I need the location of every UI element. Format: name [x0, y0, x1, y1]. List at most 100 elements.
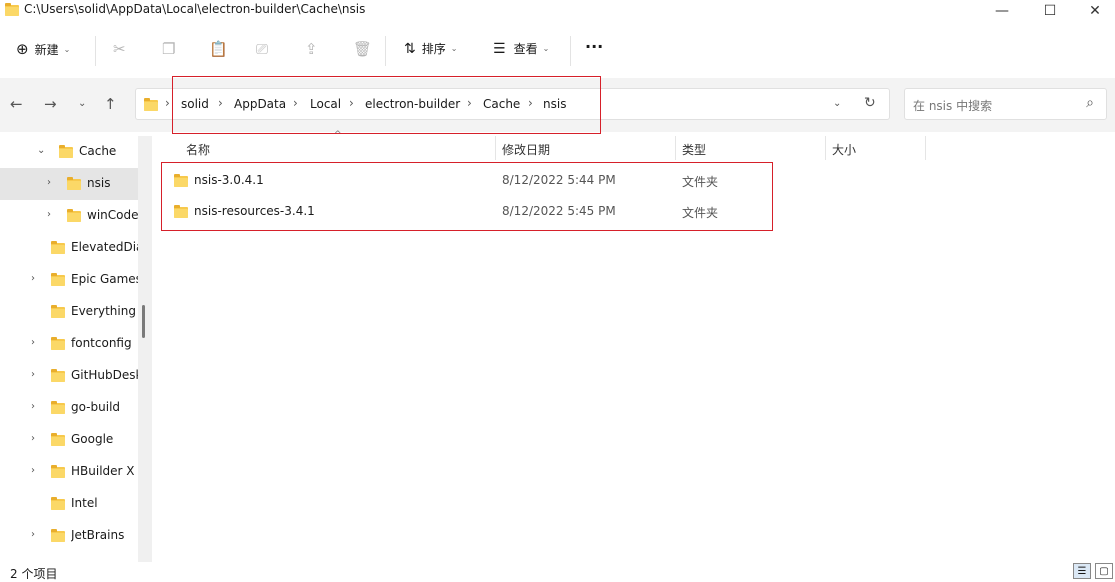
- sort-button[interactable]: ⇅ 排序 ⌄: [404, 40, 457, 57]
- column-headers: ^ 名称 修改日期 类型 大小: [160, 130, 930, 160]
- item-count: 2 个项目: [10, 567, 58, 581]
- folder-icon: [51, 241, 65, 254]
- file-name: nsis-resources-3.4.1: [194, 204, 315, 218]
- folder-icon: [51, 369, 65, 382]
- chevron-right-icon[interactable]: ›: [47, 209, 51, 220]
- column-divider[interactable]: [825, 136, 826, 160]
- sidebar-item-hbuilder-x[interactable]: › HBuilder X: [0, 456, 138, 488]
- plus-circle-icon: ⊕: [16, 40, 29, 58]
- folder-icon: [59, 145, 73, 158]
- table-row[interactable]: nsis-resources-3.4.1 8/12/2022 5:45 PM 文…: [165, 197, 770, 227]
- chevron-right-icon[interactable]: ›: [31, 337, 35, 348]
- chevron-right-icon[interactable]: ›: [31, 433, 35, 444]
- file-type: 文件夹: [682, 206, 719, 220]
- tiles-view-icon[interactable]: ▢: [1095, 563, 1113, 579]
- chevron-right-icon[interactable]: ›: [31, 369, 35, 380]
- column-header-type[interactable]: 类型: [682, 141, 706, 158]
- sidebar-item-intel[interactable]: Intel: [0, 488, 138, 520]
- forward-arrow-icon[interactable]: →: [44, 95, 57, 113]
- table-row[interactable]: nsis-3.0.4.1 8/12/2022 5:44 PM 文件夹: [165, 166, 770, 196]
- view-button[interactable]: ☰ 查看 ⌄: [493, 40, 549, 57]
- folder-icon: [51, 305, 65, 318]
- sort-label: 排序: [421, 42, 446, 56]
- chevron-right-icon[interactable]: ›: [31, 401, 35, 412]
- sidebar-item-label: ElevatedDiagnostics: [71, 240, 138, 254]
- breadcrumb-local[interactable]: Local: [310, 97, 341, 111]
- sidebar-item-everything[interactable]: Everything: [0, 296, 138, 328]
- new-button[interactable]: ⊕ 新建 ⌄: [16, 40, 70, 58]
- breadcrumb-appdata[interactable]: AppData: [234, 97, 286, 111]
- recent-chevron-icon[interactable]: ⌄: [78, 98, 86, 109]
- sidebar-item-label: fontconfig: [71, 336, 132, 350]
- maximize-button[interactable]: ☐: [1027, 0, 1073, 22]
- back-arrow-icon[interactable]: ←: [10, 95, 23, 113]
- chevron-down-icon: ⌄: [542, 44, 550, 53]
- folder-icon: [144, 98, 158, 111]
- up-arrow-icon[interactable]: ↑: [104, 95, 117, 113]
- column-divider[interactable]: [675, 136, 676, 160]
- column-header-size[interactable]: 大小: [832, 141, 856, 158]
- title-bar: C:\Users\solid\AppData\Local\electron-bu…: [0, 0, 1115, 22]
- chevron-right-icon[interactable]: ›: [165, 96, 170, 110]
- sidebar-item-label: JetBrains: [71, 528, 125, 542]
- breadcrumb-solid[interactable]: solid: [181, 97, 209, 111]
- sidebar-item-githubdesktop[interactable]: › GitHubDesktop: [0, 360, 138, 392]
- delete-icon[interactable]: 🗑: [353, 40, 372, 58]
- copy-icon[interactable]: ❐: [162, 40, 175, 58]
- cut-icon[interactable]: ✂: [113, 40, 126, 58]
- sidebar-item-label: Cache: [79, 144, 117, 158]
- folder-icon: [174, 174, 188, 187]
- search-input[interactable]: 在 nsis 中搜索: [913, 97, 992, 114]
- sidebar-item-label: Google: [71, 432, 114, 446]
- chevron-right-icon[interactable]: ›: [31, 529, 35, 540]
- sidebar-item-google[interactable]: › Google: [0, 424, 138, 456]
- folder-icon: [174, 205, 188, 218]
- rename-icon[interactable]: ⎚: [256, 40, 268, 58]
- more-options-icon[interactable]: ···: [585, 37, 603, 56]
- chevron-right-icon[interactable]: ›: [349, 96, 354, 110]
- search-icon: ⌕: [1086, 95, 1094, 111]
- breadcrumb-electron-builder[interactable]: electron-builder: [365, 97, 460, 111]
- column-divider[interactable]: [495, 136, 496, 160]
- folder-icon: [51, 497, 65, 510]
- chevron-right-icon[interactable]: ›: [218, 96, 223, 110]
- minimize-button[interactable]: —: [979, 0, 1025, 22]
- breadcrumb-nsis[interactable]: nsis: [543, 97, 566, 111]
- chevron-right-icon[interactable]: ›: [31, 273, 35, 284]
- sidebar-item-label: Intel: [71, 496, 98, 510]
- share-icon[interactable]: ⇪: [305, 40, 318, 58]
- refresh-icon[interactable]: ↻: [864, 95, 876, 111]
- status-bar: 2 个项目 ☰ ▢: [0, 562, 1115, 581]
- details-view-icon[interactable]: ☰: [1073, 563, 1091, 579]
- file-modified: 8/12/2022 5:45 PM: [502, 204, 616, 218]
- sidebar-scrollbar-track[interactable]: [138, 136, 152, 562]
- folder-icon: [51, 529, 65, 542]
- sidebar-item-fontconfig[interactable]: › fontconfig: [0, 328, 138, 360]
- sidebar-item-cache[interactable]: ⌄ Cache: [0, 136, 138, 168]
- sidebar-item-elevateddiagnostics[interactable]: ElevatedDiagnostics: [0, 232, 138, 264]
- sidebar-item-go-build[interactable]: › go-build: [0, 392, 138, 424]
- folder-icon: [51, 273, 65, 286]
- sidebar-item-nsis[interactable]: › nsis: [0, 168, 138, 200]
- sort-indicator-icon: ^: [334, 130, 342, 140]
- sidebar-item-epic-games[interactable]: › Epic Games: [0, 264, 138, 296]
- chevron-right-icon[interactable]: ›: [293, 96, 298, 110]
- chevron-right-icon[interactable]: ›: [47, 177, 51, 188]
- paste-icon[interactable]: 📋: [209, 40, 228, 58]
- sidebar-item-jetbrains[interactable]: › JetBrains: [0, 520, 138, 552]
- search-box[interactable]: 在 nsis 中搜索 ⌕: [904, 88, 1107, 120]
- breadcrumb-cache[interactable]: Cache: [483, 97, 520, 111]
- address-bar[interactable]: › solid › AppData › Local › electron-bui…: [135, 88, 890, 120]
- sidebar-scrollbar-thumb[interactable]: [142, 305, 145, 338]
- chevron-right-icon[interactable]: ›: [528, 96, 533, 110]
- column-divider[interactable]: [925, 136, 926, 160]
- column-header-modified[interactable]: 修改日期: [502, 141, 550, 158]
- folder-icon: [5, 3, 19, 16]
- history-chevron-icon[interactable]: ⌄: [833, 98, 841, 109]
- column-header-name[interactable]: 名称: [186, 141, 210, 158]
- chevron-right-icon[interactable]: ›: [31, 465, 35, 476]
- close-button[interactable]: ✕: [1072, 0, 1115, 22]
- chevron-right-icon[interactable]: ›: [467, 96, 472, 110]
- sidebar-item-wincodesign[interactable]: › winCodeSign: [0, 200, 138, 232]
- chevron-down-icon[interactable]: ⌄: [37, 145, 45, 156]
